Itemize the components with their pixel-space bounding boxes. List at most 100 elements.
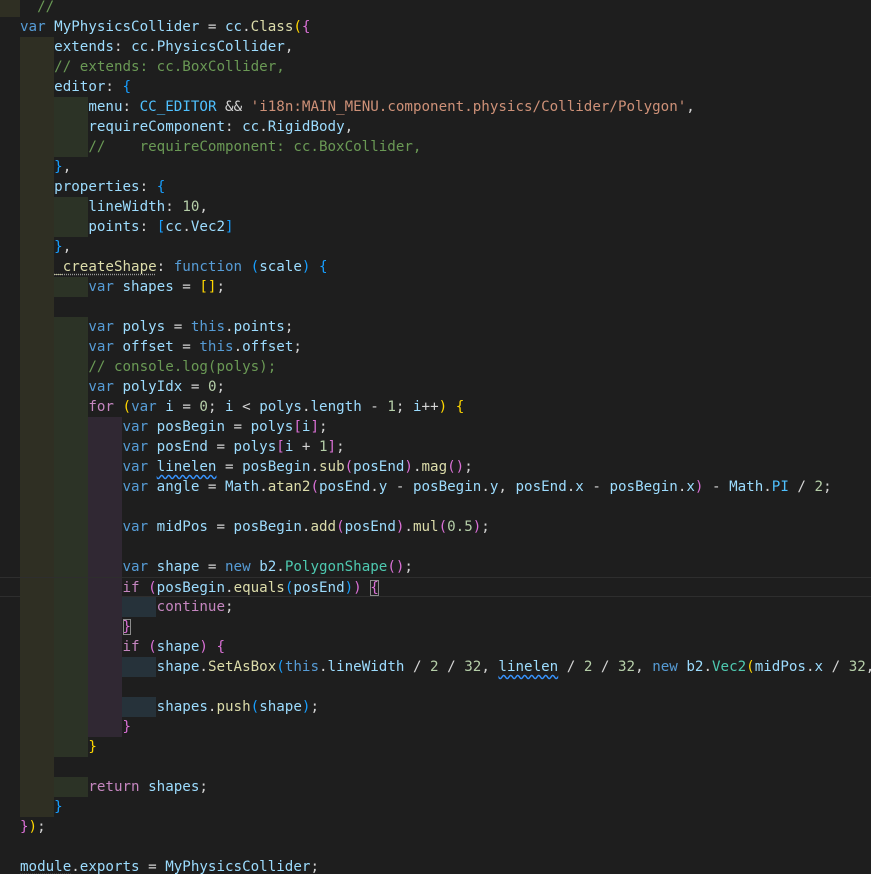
code-line[interactable] xyxy=(0,497,871,517)
code-token: 1 xyxy=(387,399,396,415)
code-line[interactable] xyxy=(0,837,871,857)
line-text: }, xyxy=(20,157,71,177)
code-token: : xyxy=(225,119,243,135)
code-line[interactable]: if (shape) { xyxy=(0,637,871,657)
code-line[interactable]: var midPos = posBegin.add(posEnd).mul(0.… xyxy=(0,517,871,537)
code-token: 2 xyxy=(814,479,824,495)
code-line[interactable]: var shape = new b2.PolygonShape(); xyxy=(0,557,871,577)
code-token: 10 xyxy=(182,199,200,215)
code-token: ; xyxy=(823,479,832,495)
code-line[interactable]: var posEnd = polys[i + 1]; xyxy=(0,437,871,457)
code-line[interactable]: var offset = this.offset; xyxy=(0,337,871,357)
line-text: } xyxy=(20,797,63,817)
code-line[interactable]: properties: { xyxy=(0,177,871,197)
code-token: var xyxy=(122,479,157,495)
line-text: if (posBegin.equals(posEnd)) { xyxy=(20,578,379,598)
code-token: shapes xyxy=(122,279,174,295)
code-token: PhysicsCollider xyxy=(156,39,285,55)
code-line[interactable]: // console.log(polys); xyxy=(0,357,871,377)
code-line[interactable] xyxy=(0,757,871,777)
code-line[interactable]: menu: CC_EDITOR && 'i18n:MAIN_MENU.compo… xyxy=(0,97,871,117)
code-token: polys xyxy=(233,439,277,455)
code-token: = xyxy=(182,379,208,395)
code-line[interactable]: // xyxy=(0,0,871,17)
code-token: { xyxy=(216,639,226,655)
code-token: ( xyxy=(148,639,157,655)
code-token: : xyxy=(156,259,174,275)
line-text: var shapes = []; xyxy=(20,277,225,297)
code-line[interactable]: var shapes = []; xyxy=(0,277,871,297)
code-token: . xyxy=(259,119,268,135)
code-line[interactable]: editor: { xyxy=(0,77,871,97)
code-token: editor xyxy=(54,79,106,95)
code-token: return xyxy=(88,779,149,795)
code-line[interactable]: } xyxy=(0,737,871,757)
code-line[interactable]: return shapes; xyxy=(0,777,871,797)
code-line[interactable]: var polys = this.points; xyxy=(0,317,871,337)
code-token: var xyxy=(88,339,123,355)
code-line[interactable] xyxy=(0,297,871,317)
code-line[interactable]: var linelen = posBegin.sub(posEnd).mag()… xyxy=(0,457,871,477)
code-line[interactable]: }, xyxy=(0,157,871,177)
code-token: Vec2 xyxy=(712,659,747,675)
code-token: ( xyxy=(438,519,448,535)
line-text: }); xyxy=(20,817,46,837)
code-editor[interactable]: //var MyPhysicsCollider = cc.Class({ ext… xyxy=(0,0,871,874)
line-text: menu: CC_EDITOR && 'i18n:MAIN_MENU.compo… xyxy=(20,97,694,117)
code-token: / xyxy=(788,479,815,495)
code-line[interactable]: lineWidth: 10, xyxy=(0,197,871,217)
line-text: points: [cc.Vec2] xyxy=(20,217,233,237)
code-token: var xyxy=(131,399,166,415)
code-line[interactable]: extends: cc.PhysicsCollider, xyxy=(0,37,871,57)
code-line[interactable]: continue; xyxy=(0,597,871,617)
code-token: ( xyxy=(293,19,302,35)
code-line[interactable] xyxy=(0,677,871,697)
code-line[interactable]: var angle = Math.atan2(posEnd.y - posBeg… xyxy=(0,477,871,497)
code-line[interactable]: }, xyxy=(0,237,871,257)
code-token: () xyxy=(447,459,465,475)
code-line[interactable]: shapes.push(shape); xyxy=(0,697,871,717)
code-line[interactable]: } xyxy=(0,717,871,737)
code-line[interactable]: var MyPhysicsCollider = cc.Class({ xyxy=(0,17,871,37)
code-line[interactable]: module.exports = MyPhysicsCollider; xyxy=(0,857,871,874)
code-line[interactable]: } xyxy=(0,617,871,637)
code-token: = xyxy=(139,859,166,874)
code-token: - xyxy=(703,479,730,495)
code-line[interactable]: var posBegin = polys[i]; xyxy=(0,417,871,437)
code-token: ) xyxy=(301,259,319,275)
code-token: . xyxy=(566,479,576,495)
code-token: } xyxy=(54,239,63,255)
code-line[interactable]: if (posBegin.equals(posEnd)) { xyxy=(0,577,871,598)
code-line[interactable]: // extends: cc.BoxCollider, xyxy=(0,57,871,77)
code-token: posEnd xyxy=(515,479,567,495)
code-token: // requireComponent: cc.BoxCollider, xyxy=(88,139,422,155)
code-line[interactable]: points: [cc.Vec2] xyxy=(0,217,871,237)
code-token: linelen xyxy=(498,659,559,675)
code-line[interactable] xyxy=(0,537,871,557)
code-token: = xyxy=(165,319,191,335)
code-token: var xyxy=(122,519,157,535)
code-line[interactable]: // requireComponent: cc.BoxCollider, xyxy=(0,137,871,157)
code-token: ) xyxy=(28,819,38,835)
code-line[interactable]: var polyIdx = 0; xyxy=(0,377,871,397)
code-line[interactable]: } xyxy=(0,797,871,817)
code-token: 2 xyxy=(430,659,439,675)
code-token: polys xyxy=(250,419,294,435)
code-token: ) xyxy=(344,580,354,596)
code-token: = xyxy=(173,279,200,295)
line-text: var polys = this.points; xyxy=(20,317,293,337)
code-token: ( xyxy=(148,580,157,596)
line-text: // console.log(polys); xyxy=(20,357,276,377)
code-line[interactable]: }); xyxy=(0,817,871,837)
code-token: push xyxy=(216,699,251,715)
code-token: = xyxy=(225,419,251,435)
code-token: var xyxy=(122,559,157,575)
code-line[interactable]: requireComponent: cc.RigidBody, xyxy=(0,117,871,137)
code-line[interactable]: _createShape: function (scale) { xyxy=(0,257,871,277)
code-line[interactable]: for (var i = 0; i < polys.length - 1; i+… xyxy=(0,397,871,417)
code-token: linelen xyxy=(156,459,217,475)
code-line[interactable]: shape.SetAsBox(this.lineWidth / 2 / 32, … xyxy=(0,657,871,677)
